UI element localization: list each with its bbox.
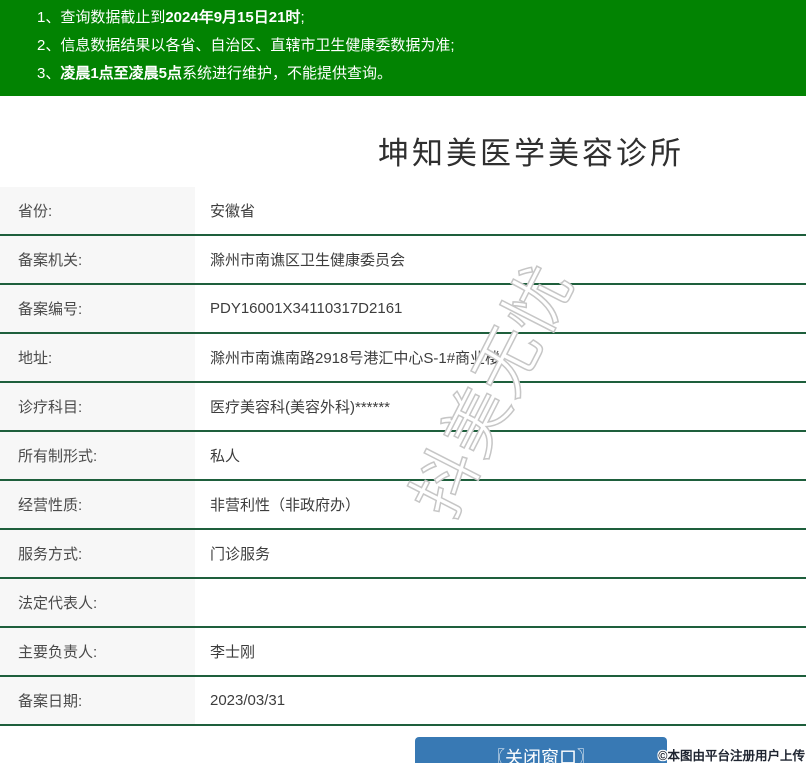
field-value: 医疗美容科(美容外科)******: [210, 399, 391, 416]
record-row-record-number: 备案编号: PDY16001X34110317D2161: [0, 285, 806, 334]
notice-1-text: 1、查询数据截止到: [37, 9, 166, 26]
notice-line-3: 3、凌晨1点至凌晨5点系统进行维护，不能提供查询。: [37, 60, 796, 88]
field-label: 地址:: [0, 334, 195, 381]
field-label: 备案机关:: [0, 236, 195, 283]
field-label: 省份:: [0, 187, 195, 234]
field-value: 门诊服务: [210, 546, 271, 563]
notice-2-text: 2、信息数据结果以各省、自治区、直辖市卫生健康委数据为准;: [37, 37, 455, 54]
notice-3-text: 3、: [37, 65, 61, 82]
record-row-principal: 主要负责人: 李士刚: [0, 628, 806, 677]
notice-3-bold: 凌晨1点至凌晨5点: [60, 65, 183, 82]
notice-line-1: 1、查询数据截止到2024年9月15日21时;: [37, 4, 796, 32]
field-value: 2023/03/31: [210, 692, 286, 709]
field-label: 诊疗科目:: [0, 383, 195, 430]
uploader-watermark: ©本图由平台注册用户上传: [658, 749, 805, 763]
field-label: 经营性质:: [0, 481, 195, 528]
close-window-button[interactable]: 〖关闭窗口〗: [415, 737, 667, 763]
record-row-departments: 诊疗科目: 医疗美容科(美容外科)******: [0, 383, 806, 432]
field-value: 李士刚: [210, 644, 256, 661]
record-row-business-nature: 经营性质: 非营利性（非政府办）: [0, 481, 806, 530]
record-row-province: 省份: 安徽省: [0, 187, 806, 236]
field-label: 备案日期:: [0, 677, 195, 724]
notice-1-bold: 2024年9月15日21时: [165, 9, 301, 26]
notice-1-tail: ;: [300, 9, 305, 26]
field-value: [195, 579, 806, 626]
record-row-authority: 备案机关: 滁州市南谯区卫生健康委员会: [0, 236, 806, 285]
page-title: 坤知美医学美容诊所: [378, 136, 684, 171]
field-label: 主要负责人:: [0, 628, 195, 675]
field-value: 滁州市南谯南路2918号港汇中心S-1#商业楼: [210, 350, 501, 367]
field-label: 备案编号:: [0, 285, 195, 332]
record-row-legal-representative: 法定代表人:: [0, 579, 806, 628]
field-label: 所有制形式:: [0, 432, 195, 479]
field-value: 非营利性（非政府办）: [210, 497, 361, 514]
field-value: 私人: [210, 448, 241, 465]
field-label: 法定代表人:: [0, 579, 195, 626]
field-label: 服务方式:: [0, 530, 195, 577]
record-table: 省份: 安徽省 备案机关: 滁州市南谯区卫生健康委员会 备案编号: PDY160…: [0, 187, 806, 726]
notice-line-2: 2、信息数据结果以各省、自治区、直辖市卫生健康委数据为准;: [37, 32, 796, 60]
field-value: 安徽省: [210, 203, 256, 220]
record-row-ownership: 所有制形式: 私人: [0, 432, 806, 481]
notice-3-tail: 系统进行维护，不能提供查询。: [182, 65, 393, 82]
field-value: 滁州市南谯区卫生健康委员会: [210, 252, 406, 269]
record-row-record-date: 备案日期: 2023/03/31: [0, 677, 806, 726]
notice-bar: 1、查询数据截止到2024年9月15日21时; 2、信息数据结果以各省、自治区、…: [0, 0, 806, 96]
record-row-address: 地址: 滁州市南谯南路2918号港汇中心S-1#商业楼: [0, 334, 806, 383]
record-row-service-mode: 服务方式: 门诊服务: [0, 530, 806, 579]
field-value: PDY16001X34110317D2161: [210, 300, 403, 317]
